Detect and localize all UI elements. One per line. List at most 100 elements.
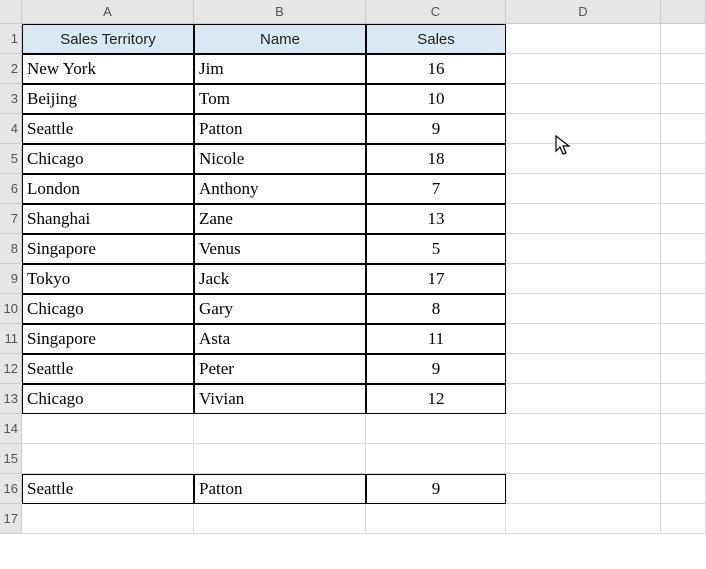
row-header-8[interactable]: 8 [0, 234, 22, 264]
col-header-b[interactable]: B [194, 0, 366, 24]
row-header-6[interactable]: 6 [0, 174, 22, 204]
cell-a7[interactable]: Shanghai [22, 204, 194, 234]
cell-e11[interactable] [661, 324, 706, 354]
cell-d4[interactable] [506, 114, 661, 144]
cell-e6[interactable] [661, 174, 706, 204]
cell-d9[interactable] [506, 264, 661, 294]
cell-a14[interactable] [22, 414, 194, 444]
cell-b14[interactable] [194, 414, 366, 444]
cell-a11[interactable]: Singapore [22, 324, 194, 354]
cell-b4[interactable]: Patton [194, 114, 366, 144]
cell-e7[interactable] [661, 204, 706, 234]
row-header-11[interactable]: 11 [0, 324, 22, 354]
cell-b17[interactable] [194, 504, 366, 534]
cell-d12[interactable] [506, 354, 661, 384]
cell-d3[interactable] [506, 84, 661, 114]
cell-a1[interactable]: Sales Territory [22, 24, 194, 54]
row-header-12[interactable]: 12 [0, 354, 22, 384]
cell-c2[interactable]: 16 [366, 54, 506, 84]
row-header-9[interactable]: 9 [0, 264, 22, 294]
cell-b7[interactable]: Zane [194, 204, 366, 234]
cell-d5[interactable] [506, 144, 661, 174]
cell-c17[interactable] [366, 504, 506, 534]
cell-b10[interactable]: Gary [194, 294, 366, 324]
cell-b12[interactable]: Peter [194, 354, 366, 384]
cell-c12[interactable]: 9 [366, 354, 506, 384]
row-header-2[interactable]: 2 [0, 54, 22, 84]
cell-c1[interactable]: Sales [366, 24, 506, 54]
cell-e17[interactable] [661, 504, 706, 534]
cell-a12[interactable]: Seattle [22, 354, 194, 384]
row-header-14[interactable]: 14 [0, 414, 22, 444]
cell-b1[interactable]: Name [194, 24, 366, 54]
cell-c6[interactable]: 7 [366, 174, 506, 204]
col-header-d[interactable]: D [506, 0, 661, 24]
cell-b2[interactable]: Jim [194, 54, 366, 84]
cell-b16[interactable]: Patton [194, 474, 366, 504]
cell-c15[interactable] [366, 444, 506, 474]
cell-a3[interactable]: Beijing [22, 84, 194, 114]
cell-e5[interactable] [661, 144, 706, 174]
cell-c10[interactable]: 8 [366, 294, 506, 324]
cell-d8[interactable] [506, 234, 661, 264]
cell-a17[interactable] [22, 504, 194, 534]
cell-a9[interactable]: Tokyo [22, 264, 194, 294]
cell-c4[interactable]: 9 [366, 114, 506, 144]
cell-c13[interactable]: 12 [366, 384, 506, 414]
row-header-16[interactable]: 16 [0, 474, 22, 504]
cell-e8[interactable] [661, 234, 706, 264]
row-header-5[interactable]: 5 [0, 144, 22, 174]
cell-d2[interactable] [506, 54, 661, 84]
cell-c11[interactable]: 11 [366, 324, 506, 354]
cell-a15[interactable] [22, 444, 194, 474]
cell-d11[interactable] [506, 324, 661, 354]
col-header-a[interactable]: A [22, 0, 194, 24]
cell-c7[interactable]: 13 [366, 204, 506, 234]
row-header-15[interactable]: 15 [0, 444, 22, 474]
cell-a10[interactable]: Chicago [22, 294, 194, 324]
cell-d7[interactable] [506, 204, 661, 234]
cell-c5[interactable]: 18 [366, 144, 506, 174]
cell-a13[interactable]: Chicago [22, 384, 194, 414]
cell-b9[interactable]: Jack [194, 264, 366, 294]
row-header-7[interactable]: 7 [0, 204, 22, 234]
cell-e13[interactable] [661, 384, 706, 414]
select-all-corner[interactable] [0, 0, 22, 24]
cell-d16[interactable] [506, 474, 661, 504]
row-header-10[interactable]: 10 [0, 294, 22, 324]
cell-e2[interactable] [661, 54, 706, 84]
cell-b11[interactable]: Asta [194, 324, 366, 354]
cell-a5[interactable]: Chicago [22, 144, 194, 174]
cell-c16[interactable]: 9 [366, 474, 506, 504]
cell-c14[interactable] [366, 414, 506, 444]
cell-d15[interactable] [506, 444, 661, 474]
cell-e3[interactable] [661, 84, 706, 114]
cell-d10[interactable] [506, 294, 661, 324]
cell-b6[interactable]: Anthony [194, 174, 366, 204]
cell-d6[interactable] [506, 174, 661, 204]
cell-a16[interactable]: Seattle [22, 474, 194, 504]
cell-a2[interactable]: New York [22, 54, 194, 84]
row-header-4[interactable]: 4 [0, 114, 22, 144]
cell-d1[interactable] [506, 24, 661, 54]
cell-c9[interactable]: 17 [366, 264, 506, 294]
row-header-17[interactable]: 17 [0, 504, 22, 534]
cell-a4[interactable]: Seattle [22, 114, 194, 144]
row-header-13[interactable]: 13 [0, 384, 22, 414]
col-header-e[interactable] [661, 0, 706, 24]
cell-a8[interactable]: Singapore [22, 234, 194, 264]
spreadsheet-grid[interactable]: A B C D 1 Sales Territory Name Sales 2 N… [0, 0, 706, 534]
cell-b15[interactable] [194, 444, 366, 474]
cell-e12[interactable] [661, 354, 706, 384]
cell-d17[interactable] [506, 504, 661, 534]
cell-e10[interactable] [661, 294, 706, 324]
cell-e9[interactable] [661, 264, 706, 294]
cell-e14[interactable] [661, 414, 706, 444]
cell-b8[interactable]: Venus [194, 234, 366, 264]
cell-c3[interactable]: 10 [366, 84, 506, 114]
cell-d13[interactable] [506, 384, 661, 414]
row-header-1[interactable]: 1 [0, 24, 22, 54]
col-header-c[interactable]: C [366, 0, 506, 24]
cell-e1[interactable] [661, 24, 706, 54]
cell-e16[interactable] [661, 474, 706, 504]
